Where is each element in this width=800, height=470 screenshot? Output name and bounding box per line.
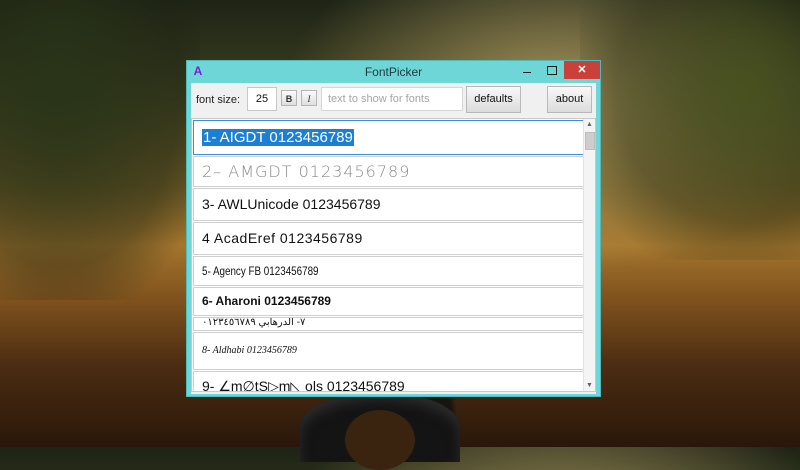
font-size-label: font size: bbox=[196, 94, 241, 106]
font-item-label: 6- Aharoni 0123456789 bbox=[202, 294, 331, 308]
minimize-icon bbox=[523, 72, 531, 73]
font-item-label: 3- AWLUnicode 0123456789 bbox=[202, 196, 381, 212]
font-item-label: 9- ∠m∅tS▷m◺ ols 0123456789 bbox=[202, 378, 405, 392]
close-button[interactable]: ✕ bbox=[564, 61, 600, 79]
font-item-label: 1- AIGDT 0123456789 bbox=[202, 129, 354, 146]
vertical-scrollbar[interactable]: ▲ ▼ bbox=[583, 119, 595, 391]
maximize-button[interactable] bbox=[539, 61, 565, 79]
font-item-label: 4 AcadEref 0123456789 bbox=[202, 230, 363, 246]
defaults-button[interactable]: defaults bbox=[466, 86, 521, 113]
font-item-aldhabi-arabic[interactable]: ٧- الدرهابي ٠١٢٣٤٥٦٧٨٩ bbox=[193, 317, 584, 331]
title-bar[interactable]: A FontPicker ✕ bbox=[187, 61, 600, 82]
font-item-agency-fb[interactable]: 5- Agency FB 0123456789 bbox=[193, 256, 584, 286]
scroll-down-icon[interactable]: ▼ bbox=[584, 380, 595, 391]
italic-toggle-button[interactable]: I bbox=[301, 90, 317, 106]
scroll-up-icon[interactable]: ▲ bbox=[584, 119, 595, 130]
bold-toggle-button[interactable]: B bbox=[281, 90, 297, 106]
background-trees-left bbox=[0, 0, 200, 300]
font-item-amgdt-symbols[interactable]: 9- ∠m∅tS▷m◺ ols 0123456789 bbox=[193, 371, 584, 392]
background-tire bbox=[300, 392, 460, 470]
font-size-input[interactable]: 25 bbox=[247, 87, 277, 111]
font-item-aharoni[interactable]: 6- Aharoni 0123456789 bbox=[193, 287, 584, 316]
maximize-icon bbox=[547, 66, 557, 75]
font-item-label: ٧- الدرهابي ٠١٢٣٤٥٦٧٨٩ bbox=[202, 317, 306, 328]
background-trees-right bbox=[580, 0, 800, 260]
font-item-label: 5- Agency FB 0123456789 bbox=[202, 264, 319, 278]
sample-text-input[interactable]: text to show for fonts bbox=[321, 87, 463, 111]
close-icon: ✕ bbox=[577, 64, 587, 76]
font-item-awlunicode[interactable]: 3- AWLUnicode 0123456789 bbox=[193, 188, 584, 221]
font-item-aigdt[interactable]: 1- AIGDT 0123456789 bbox=[193, 120, 584, 155]
about-button[interactable]: about bbox=[547, 86, 592, 113]
font-item-amgdt[interactable]: 2– AMGDT 0123456789 bbox=[193, 156, 584, 187]
font-item-aldhabi[interactable]: 8- Aldhabi 0123456789 bbox=[193, 332, 584, 370]
font-item-acaderef[interactable]: 4 AcadEref 0123456789 bbox=[193, 222, 584, 255]
scrollbar-thumb[interactable] bbox=[585, 132, 595, 150]
toolbar: font size: 25 B I text to show for fonts… bbox=[191, 83, 596, 117]
fontpicker-window: A FontPicker ✕ font size: 25 B I text to… bbox=[186, 60, 601, 397]
font-item-label: 8- Aldhabi 0123456789 bbox=[202, 345, 297, 356]
minimize-button[interactable] bbox=[514, 61, 540, 79]
font-item-label: 2– AMGDT 0123456789 bbox=[202, 162, 411, 181]
font-list[interactable]: 1- AIGDT 0123456789 2– AMGDT 0123456789 … bbox=[191, 118, 596, 392]
client-area: font size: 25 B I text to show for fonts… bbox=[191, 83, 596, 394]
